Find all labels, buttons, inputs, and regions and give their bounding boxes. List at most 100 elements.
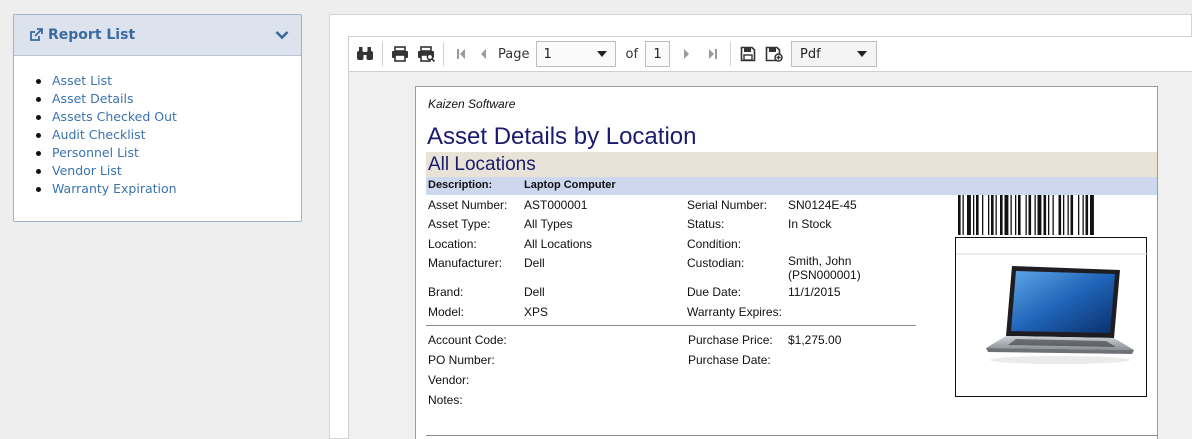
report-list-header[interactable]: Report List xyxy=(14,15,301,56)
report-preview-area[interactable]: Kaizen Software Asset Details by Locatio… xyxy=(348,72,1192,439)
report-title: Asset Details by Location xyxy=(427,123,697,150)
report-link-assets-checked-out[interactable]: Assets Checked Out xyxy=(52,109,177,124)
field-label: Purchase Price: xyxy=(688,333,773,347)
chevron-down-icon[interactable] xyxy=(275,30,289,40)
field-value: SN0124E-45 xyxy=(788,198,857,212)
barcode-bar xyxy=(1070,195,1074,235)
list-item: Asset Details xyxy=(36,90,301,108)
description-label: Description: xyxy=(428,179,493,191)
company-name: Kaizen Software xyxy=(428,97,516,111)
barcode-bar xyxy=(1082,195,1084,235)
barcode-bar xyxy=(1078,195,1080,235)
print-preview-button[interactable] xyxy=(415,43,437,65)
field-label: Account Code: xyxy=(428,333,507,347)
print-button[interactable] xyxy=(389,43,411,65)
field-label: Asset Type: xyxy=(428,217,491,231)
toolbar-divider xyxy=(382,42,383,66)
barcode-bar xyxy=(958,195,961,235)
field-label: Condition: xyxy=(687,237,742,251)
field-label: PO Number: xyxy=(428,353,495,367)
field-value: XPS xyxy=(524,305,549,319)
field-value: 11/1/2015 xyxy=(788,285,841,299)
prev-page-icon xyxy=(481,49,486,59)
barcode-bar xyxy=(1037,195,1042,235)
dropdown-caret-icon xyxy=(857,51,868,57)
report-link-asset-list[interactable]: Asset List xyxy=(52,73,112,88)
report-link-warranty-expiration[interactable]: Warranty Expiration xyxy=(52,181,177,196)
barcode-bar xyxy=(991,195,994,235)
last-page-button[interactable] xyxy=(702,43,724,65)
current-page-value: 1 xyxy=(543,46,552,62)
field-value: All Types xyxy=(524,217,573,231)
report-link-asset-details[interactable]: Asset Details xyxy=(52,91,133,106)
report-list-title: Report List xyxy=(48,27,136,43)
field-label: Model: xyxy=(428,305,465,319)
field-label: Custodian: xyxy=(687,256,745,270)
list-item: Assets Checked Out xyxy=(36,108,301,126)
barcode-bar xyxy=(1018,195,1021,235)
report-link-vendor-list[interactable]: Vendor List xyxy=(52,163,122,178)
report-page: Kaizen Software Asset Details by Locatio… xyxy=(415,86,1158,439)
field-label: Manufacturer: xyxy=(428,256,503,270)
asset-photo xyxy=(955,237,1148,397)
list-item: Vendor List xyxy=(36,162,301,180)
field-value: In Stock xyxy=(788,217,832,231)
field-value: Dell xyxy=(524,256,545,270)
barcode-bar xyxy=(1085,195,1089,235)
report-links-list: Asset List Asset Details Assets Checked … xyxy=(14,56,301,198)
barcode-bar xyxy=(1015,195,1017,235)
field-label: Notes: xyxy=(428,393,463,407)
field-label: Status: xyxy=(687,217,725,231)
barcode-bar xyxy=(982,195,984,235)
page-label: Page xyxy=(498,46,530,62)
print-preview-icon xyxy=(418,46,435,62)
of-label: of xyxy=(625,46,639,62)
list-item: Personnel List xyxy=(36,144,301,162)
barcode-bar xyxy=(962,195,964,235)
page-number-select[interactable]: 1 xyxy=(536,41,617,67)
toolbar-divider xyxy=(730,42,732,66)
next-page-button[interactable] xyxy=(676,43,698,65)
report-link-audit-checklist[interactable]: Audit Checklist xyxy=(52,127,146,142)
barcode-bar xyxy=(1058,195,1062,235)
last-page-icon xyxy=(709,49,718,59)
barcode-bar xyxy=(976,195,979,235)
dropdown-caret-icon xyxy=(597,51,608,57)
find-button[interactable] xyxy=(354,43,376,65)
barcode-bar xyxy=(1052,195,1054,235)
barcode-bar xyxy=(973,195,975,235)
list-item: Warranty Expiration xyxy=(36,180,301,198)
report-link-personnel-list[interactable]: Personnel List xyxy=(52,145,139,160)
list-item: Audit Checklist xyxy=(36,126,301,144)
barcode-bar xyxy=(1004,195,1009,235)
field-value: Dell xyxy=(524,285,545,299)
total-pages-box: 1 xyxy=(645,41,671,67)
total-pages-value: 1 xyxy=(653,46,662,62)
barcode-bar xyxy=(1063,195,1065,235)
report-list-panel: Report List Asset List Asset Details Ass… xyxy=(13,14,302,222)
field-label: Serial Number: xyxy=(687,198,768,212)
prev-page-button[interactable] xyxy=(472,43,494,65)
barcode-bar xyxy=(1010,195,1012,235)
description-value: Laptop Computer xyxy=(524,179,616,191)
field-value: Smith, John xyxy=(788,254,852,268)
viewer-toolbar: Page 1 of 1 Pdf xyxy=(348,36,1192,72)
barcode-bar xyxy=(1067,195,1069,235)
save-as-icon xyxy=(765,46,783,62)
field-label: Location: xyxy=(428,237,477,251)
barcode-bar xyxy=(967,195,971,235)
save-button[interactable] xyxy=(737,43,759,65)
barcode-bar xyxy=(1025,195,1027,235)
field-label: Warranty Expires: xyxy=(687,305,782,319)
export-format-select[interactable]: Pdf xyxy=(791,41,878,67)
field-label: Asset Number: xyxy=(428,198,508,212)
barcode-bar xyxy=(995,195,997,235)
report-viewer: Page 1 of 1 Pdf Kaizen Software Asset De… xyxy=(329,14,1192,439)
section-divider xyxy=(426,435,1157,436)
laptop-image xyxy=(956,253,1148,364)
save-icon xyxy=(740,46,756,62)
section-divider xyxy=(426,325,916,326)
save-as-button[interactable] xyxy=(763,43,785,65)
field-value: All Locations xyxy=(524,237,593,251)
first-page-button[interactable] xyxy=(450,43,472,65)
